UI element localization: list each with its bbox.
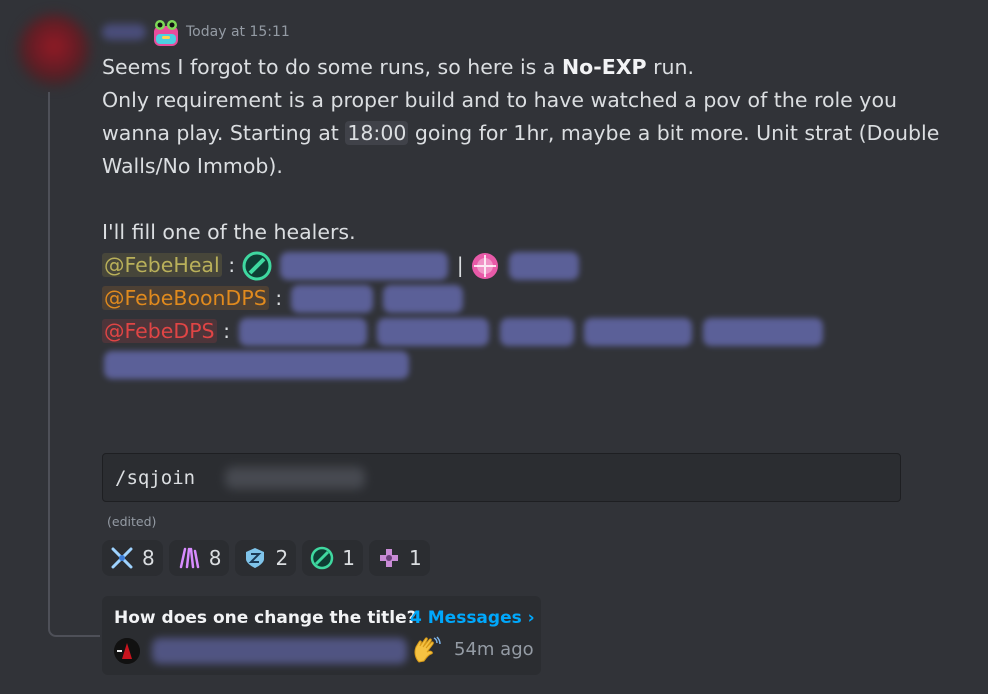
thread-preview-card[interactable]: How does one change the title? 4 Message… bbox=[102, 596, 541, 675]
time-chip[interactable]: 18:00 bbox=[345, 121, 409, 145]
thread-preview-text-redacted bbox=[152, 638, 407, 664]
purple-claw-icon bbox=[179, 547, 199, 569]
user-mention-redacted[interactable] bbox=[104, 351, 409, 379]
role-line-boon: @FebeBoonDPS : bbox=[102, 282, 962, 315]
thread-last-author-avatar[interactable] bbox=[114, 638, 140, 664]
code-redacted bbox=[225, 466, 366, 489]
reaction-crossed-swords[interactable]: 8 bbox=[102, 540, 163, 576]
green-circle-icon bbox=[242, 251, 272, 281]
message-line-3: I'll fill one of the healers. bbox=[102, 220, 356, 244]
frog-badge-icon bbox=[154, 20, 178, 46]
message-line-2: Only requirement is a proper build and t… bbox=[102, 88, 940, 178]
role-mention-boondps[interactable]: @FebeBoonDPS bbox=[102, 286, 269, 310]
pink-wheel-icon bbox=[472, 253, 499, 279]
message-content: Seems I forgot to do some runs, so here … bbox=[102, 51, 962, 381]
author-avatar[interactable] bbox=[18, 14, 90, 86]
role-line-dps-cont bbox=[102, 348, 962, 381]
user-mention-redacted[interactable] bbox=[584, 318, 693, 346]
reaction-green-circle[interactable]: 1 bbox=[302, 540, 363, 576]
pink-cross-icon bbox=[379, 549, 398, 567]
user-mention-redacted[interactable] bbox=[702, 318, 823, 346]
role-mention-dps[interactable]: @FebeDPS bbox=[102, 319, 217, 343]
code-text: /sqjoin bbox=[115, 466, 196, 489]
user-mention-redacted[interactable] bbox=[499, 318, 574, 346]
role-line-heal: @FebeHeal : | bbox=[102, 249, 962, 282]
reaction-blue-shield[interactable]: 2 bbox=[235, 540, 297, 576]
user-mention-redacted[interactable] bbox=[383, 285, 464, 313]
code-block[interactable]: /sqjoin bbox=[102, 453, 901, 502]
blue-shield-z-icon bbox=[246, 548, 265, 568]
message-line-1: Seems I forgot to do some runs, so here … bbox=[102, 55, 694, 79]
message-timestamp[interactable]: Today at 15:11 bbox=[186, 24, 290, 40]
thread-message-count[interactable]: 4 Messages › bbox=[410, 608, 535, 628]
reaction-pink-cross[interactable]: 1 bbox=[368, 540, 430, 576]
thread-title[interactable]: How does one change the title? bbox=[114, 608, 417, 628]
message-header: Today at 15:11 bbox=[102, 18, 290, 46]
reaction-purple-claw[interactable]: 8 bbox=[168, 540, 230, 576]
thread-last-activity: 54m ago bbox=[454, 639, 534, 660]
no-exp-bold: No-EXP bbox=[561, 55, 647, 79]
user-mention-redacted[interactable] bbox=[508, 252, 579, 280]
reactions-bar: 8 8 2 1 1 bbox=[102, 540, 430, 576]
user-mention-redacted[interactable] bbox=[280, 252, 449, 280]
role-line-dps: @FebeDPS : bbox=[102, 315, 962, 348]
red-figure-icon bbox=[114, 638, 140, 664]
edited-label: (edited) bbox=[107, 514, 157, 529]
user-mention-redacted[interactable] bbox=[377, 318, 490, 346]
author-username-redacted[interactable] bbox=[102, 24, 146, 40]
waving-hand-icon bbox=[414, 636, 441, 663]
user-mention-redacted[interactable] bbox=[238, 318, 367, 346]
crossed-swords-icon bbox=[111, 547, 133, 569]
role-mention-heal[interactable]: @FebeHeal bbox=[102, 253, 222, 277]
green-circle-icon bbox=[310, 546, 334, 570]
thread-connector-line bbox=[48, 92, 100, 637]
user-mention-redacted[interactable] bbox=[290, 285, 373, 313]
